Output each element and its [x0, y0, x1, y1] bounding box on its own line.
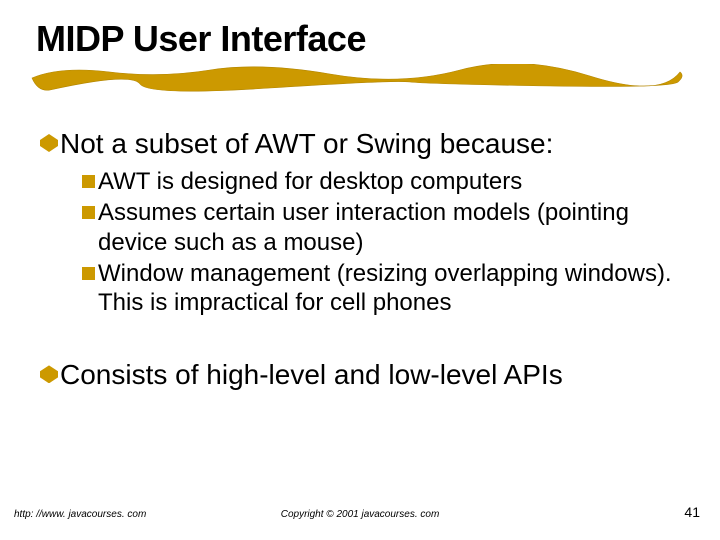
- bullet-text: Window management (resizing overlapping …: [98, 259, 684, 318]
- slide-title: MIDP User Interface: [36, 18, 684, 60]
- footer-left: http: //www. javacourses. com: [14, 509, 146, 520]
- bullet-lvl2: Assumes certain user interaction models …: [82, 198, 684, 257]
- sub-bullets: AWT is designed for desktop computers As…: [40, 167, 684, 317]
- slide: MIDP User Interface Not a subset of AWT …: [0, 0, 720, 540]
- square-bullet-icon: [82, 206, 95, 219]
- slide-body: Not a subset of AWT or Swing because: AW…: [36, 126, 684, 392]
- bullet-lvl2: AWT is designed for desktop computers: [82, 167, 684, 196]
- bullet-lvl2: Window management (resizing overlapping …: [82, 259, 684, 318]
- slide-number: 41: [684, 504, 700, 520]
- hex-bullet-icon: [40, 134, 58, 152]
- bullet-text: Not a subset of AWT or Swing because:: [60, 126, 553, 161]
- hex-bullet-icon: [40, 365, 58, 383]
- bullet-text: AWT is designed for desktop computers: [98, 167, 522, 196]
- bullet-text: Consists of high-level and low-level API…: [60, 357, 563, 392]
- bullet-lvl1: Consists of high-level and low-level API…: [40, 357, 684, 392]
- square-bullet-icon: [82, 267, 95, 280]
- bullet-lvl1: Not a subset of AWT or Swing because:: [40, 126, 684, 161]
- slide-footer: Copyright © 2001 javacourses. com http: …: [0, 504, 720, 520]
- square-bullet-icon: [82, 175, 95, 188]
- title-underline: [36, 68, 684, 98]
- bullet-text: Assumes certain user interaction models …: [98, 198, 684, 257]
